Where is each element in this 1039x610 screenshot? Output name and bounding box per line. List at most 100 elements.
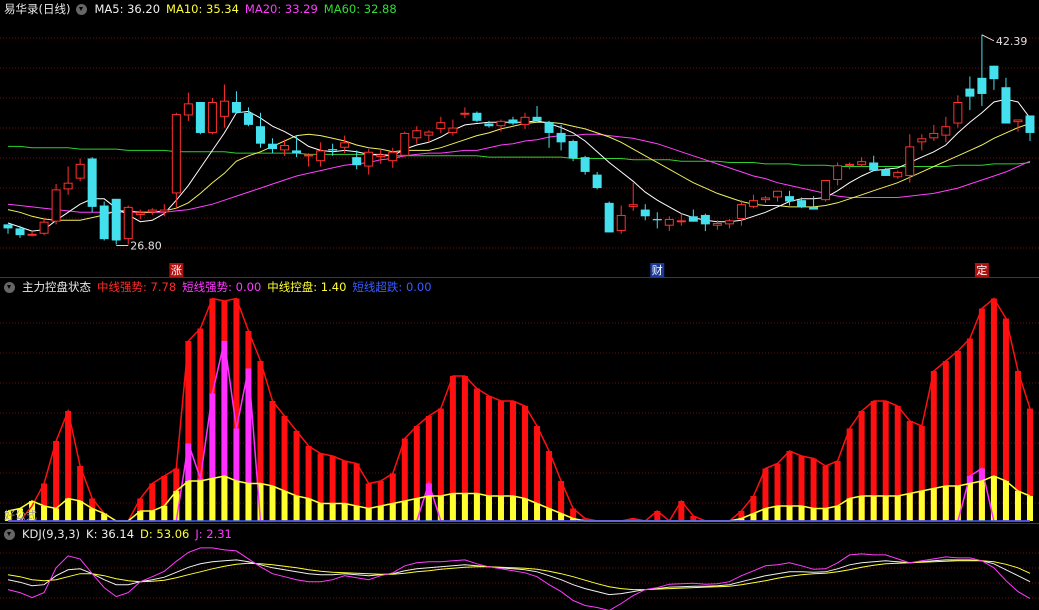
candle-body bbox=[652, 218, 662, 221]
candle-body bbox=[400, 132, 410, 156]
candle bbox=[748, 194, 758, 209]
candle bbox=[905, 134, 915, 183]
candle-body bbox=[1001, 87, 1011, 124]
zxkp-bar bbox=[197, 481, 204, 521]
zxkp-bar bbox=[774, 506, 781, 521]
zxkp-bar bbox=[281, 491, 288, 521]
event-mark-label: 定 bbox=[976, 263, 987, 277]
candle-body bbox=[724, 220, 734, 225]
indicator-menu-icon[interactable] bbox=[76, 3, 88, 15]
zxkp-bar bbox=[401, 501, 408, 521]
zxkp-bar bbox=[89, 508, 96, 521]
candle-body bbox=[760, 197, 770, 201]
zxkp-bar bbox=[762, 508, 769, 521]
zxkp-bar bbox=[185, 481, 192, 521]
zxkp-bar bbox=[522, 498, 529, 521]
candle bbox=[51, 184, 61, 225]
candle-body bbox=[616, 214, 626, 232]
candle-body bbox=[568, 141, 578, 159]
candle-body bbox=[135, 212, 145, 215]
zxkp-bar bbox=[534, 503, 541, 521]
zxkp-bar bbox=[293, 496, 300, 521]
indicator-menu-icon[interactable] bbox=[4, 281, 15, 293]
candle-body bbox=[472, 112, 482, 121]
candle-body bbox=[99, 205, 109, 240]
candle-body bbox=[304, 154, 314, 157]
candle bbox=[268, 138, 278, 154]
indicator-menu-icon[interactable] bbox=[4, 528, 15, 540]
zxkp-bar bbox=[41, 506, 48, 521]
d-line bbox=[7, 560, 1031, 591]
dxqs-legend: 短线强势: 0.00 bbox=[182, 280, 262, 294]
candle bbox=[436, 116, 446, 133]
candle-body bbox=[15, 228, 25, 236]
candle bbox=[147, 208, 157, 215]
k-legend: K: 36.14 bbox=[86, 527, 135, 541]
zxkp-bar bbox=[930, 488, 937, 521]
zxkp-bar bbox=[858, 496, 865, 521]
candle-body bbox=[364, 151, 374, 167]
candle-body bbox=[857, 161, 867, 166]
candle bbox=[953, 95, 963, 128]
candle-body bbox=[809, 206, 819, 210]
candle bbox=[1001, 77, 1011, 124]
candle-body bbox=[63, 182, 73, 190]
candle bbox=[448, 119, 458, 136]
kdj-panel-header: KDJ(9,3,3) K: 36.14 D: 53.06 J: 2.31 bbox=[4, 526, 232, 542]
candle-body bbox=[183, 103, 193, 116]
candle bbox=[580, 155, 590, 175]
candle bbox=[616, 205, 626, 234]
zxkp-bar bbox=[1002, 481, 1009, 521]
event-mark-label: 涨 bbox=[171, 264, 182, 277]
candle-body bbox=[869, 162, 879, 171]
zxkp-bar bbox=[1027, 496, 1033, 521]
zxkp-bar bbox=[822, 508, 829, 521]
ma5-legend: MA5: 36.20 bbox=[94, 2, 161, 16]
zxkp-bar bbox=[786, 506, 793, 521]
candle-body bbox=[1013, 119, 1023, 123]
candle-body bbox=[881, 169, 891, 176]
candle-body bbox=[664, 218, 674, 226]
candle-body bbox=[773, 190, 783, 198]
candle bbox=[472, 111, 482, 123]
candle-body bbox=[352, 157, 362, 166]
candle bbox=[1025, 115, 1035, 141]
candle bbox=[460, 107, 470, 119]
high-marker-line bbox=[981, 34, 995, 42]
zxkp-bar bbox=[161, 506, 168, 521]
high-price-label: 42.39 bbox=[996, 35, 1028, 48]
zxkp-bar bbox=[798, 506, 805, 521]
candle-body bbox=[340, 142, 350, 148]
event-mark: 定 bbox=[974, 263, 989, 277]
candle bbox=[219, 84, 229, 128]
candle-body bbox=[51, 189, 61, 222]
candle-body bbox=[989, 65, 999, 80]
candle-body bbox=[580, 157, 590, 172]
zxkp-bar bbox=[377, 506, 384, 521]
zxkp-bar bbox=[425, 496, 432, 521]
low-price-label: 26.80 bbox=[130, 240, 162, 253]
candle bbox=[171, 112, 181, 209]
candle-body bbox=[171, 114, 181, 194]
candle bbox=[628, 182, 638, 211]
candle bbox=[243, 107, 253, 127]
candle-body bbox=[255, 126, 265, 144]
candle bbox=[364, 149, 374, 175]
candle-body bbox=[27, 233, 37, 236]
ma10-legend: MA10: 35.34 bbox=[166, 2, 239, 16]
event-mark: 涨 bbox=[169, 263, 184, 277]
candle-body bbox=[929, 132, 939, 139]
zxkp-bar bbox=[894, 496, 901, 521]
candle-body bbox=[159, 209, 169, 213]
candles bbox=[3, 34, 1035, 245]
indicator-bars bbox=[5, 298, 1033, 521]
candle-body bbox=[712, 223, 722, 226]
candle bbox=[39, 217, 49, 236]
zxkp-bar bbox=[473, 493, 480, 521]
zxqs-line bbox=[8, 297, 1031, 523]
candle bbox=[304, 153, 314, 167]
candle-body bbox=[280, 145, 290, 151]
zxkp-bar bbox=[978, 481, 985, 521]
candle-body bbox=[977, 77, 987, 94]
candle-body bbox=[532, 116, 542, 121]
